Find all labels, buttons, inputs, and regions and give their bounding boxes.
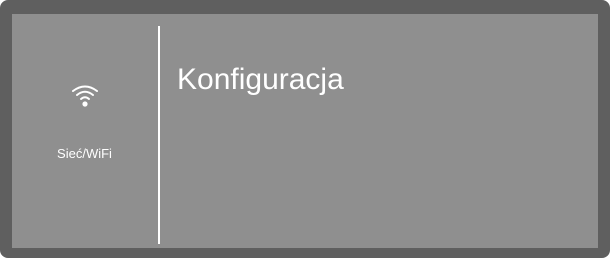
page-title: Konfiguracja xyxy=(177,63,344,96)
sidebar-item-label: Sieć/WiFi xyxy=(57,146,112,161)
device-frame: Sieć/WiFi Konfiguracja xyxy=(0,0,610,258)
wifi-icon xyxy=(70,83,100,107)
display-screen: Sieć/WiFi Konfiguracja xyxy=(12,14,598,248)
vertical-divider xyxy=(158,26,160,244)
sidebar-item-network-wifi[interactable]: Sieć/WiFi xyxy=(12,14,157,248)
